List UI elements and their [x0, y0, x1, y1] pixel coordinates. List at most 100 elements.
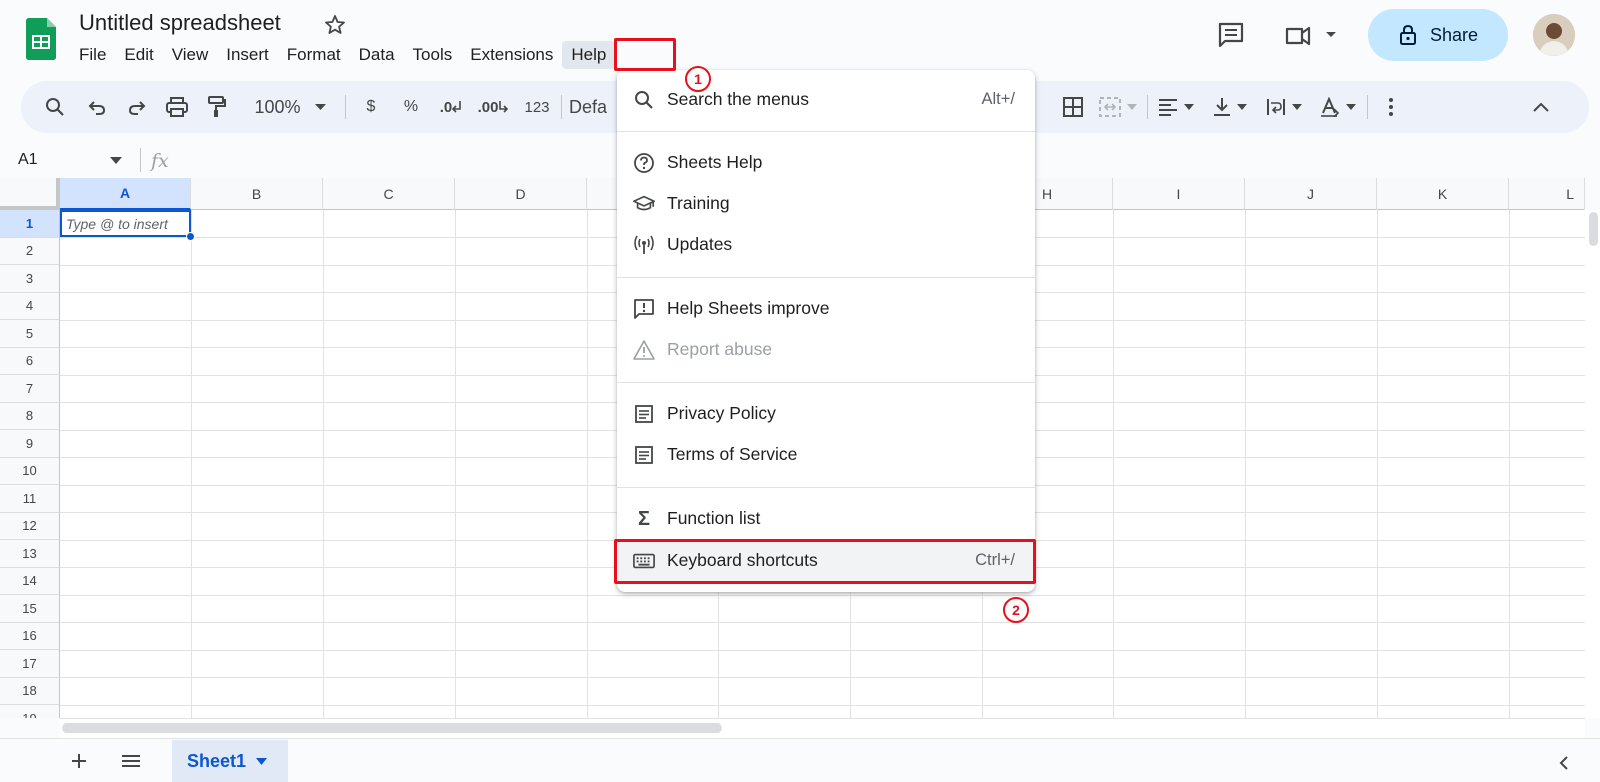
- arrow-left-icon: [452, 101, 462, 113]
- account-avatar[interactable]: [1533, 14, 1575, 56]
- row-header-6[interactable]: 6: [0, 347, 60, 375]
- menu-extensions[interactable]: Extensions: [461, 41, 562, 69]
- menu-file[interactable]: File: [70, 41, 115, 69]
- sheets-logo-icon[interactable]: [26, 18, 56, 60]
- vertical-scroll-thumb[interactable]: [1589, 212, 1598, 246]
- row-header-10[interactable]: 10: [0, 457, 60, 485]
- merge-cells-button[interactable]: [1093, 81, 1143, 133]
- decrease-decimal-button[interactable]: .0: [431, 81, 471, 133]
- annotation-step-badge: 1: [685, 66, 711, 92]
- row-header-9[interactable]: 9: [0, 430, 60, 458]
- undo-icon[interactable]: [77, 81, 117, 133]
- grid-line: [1509, 210, 1510, 718]
- grid-line: [1113, 210, 1114, 718]
- row-header-15[interactable]: 15: [0, 595, 60, 623]
- cell-placeholder-hint: Type @ to insert: [66, 216, 168, 232]
- column-header-l[interactable]: L: [1509, 178, 1585, 210]
- row-header-3[interactable]: 3: [0, 265, 60, 293]
- help-menu-dropdown: Search the menus Alt+/ Sheets Help Train…: [617, 70, 1035, 592]
- horizontal-scroll-thumb[interactable]: [62, 723, 722, 733]
- select-all-corner[interactable]: [0, 178, 60, 210]
- row-header-18[interactable]: 18: [0, 677, 60, 705]
- row-header-7[interactable]: 7: [0, 375, 60, 403]
- warning-icon: [633, 339, 655, 361]
- row-header-4[interactable]: 4: [0, 292, 60, 320]
- grid-line: [60, 705, 1585, 706]
- column-header-d[interactable]: D: [455, 178, 587, 210]
- text-rotation-button[interactable]: [1315, 81, 1361, 133]
- menu-item-updates[interactable]: Updates: [617, 224, 1035, 265]
- text-wrapping-button[interactable]: [1261, 81, 1307, 133]
- vertical-scrollbar[interactable]: [1585, 210, 1600, 718]
- comment-history-icon[interactable]: [1216, 20, 1246, 50]
- increase-decimal-button[interactable]: .00: [471, 81, 515, 133]
- menu-insert[interactable]: Insert: [217, 41, 278, 69]
- horizontal-align-button[interactable]: [1153, 81, 1199, 133]
- menu-help[interactable]: Help: [562, 41, 616, 69]
- share-button[interactable]: Share: [1368, 9, 1508, 61]
- column-header-i[interactable]: I: [1113, 178, 1245, 210]
- fill-handle[interactable]: [186, 232, 195, 241]
- column-header-b[interactable]: B: [191, 178, 323, 210]
- menu-item-help-improve[interactable]: Help Sheets improve: [617, 288, 1035, 329]
- menu-item-label: Updates: [667, 234, 733, 254]
- menu-format[interactable]: Format: [278, 41, 350, 69]
- paint-format-icon[interactable]: [197, 81, 237, 133]
- grid-line: [1245, 210, 1246, 718]
- redo-icon[interactable]: [117, 81, 157, 133]
- menu-item-report-abuse[interactable]: Report abuse: [617, 329, 1035, 370]
- document-title[interactable]: Untitled spreadsheet: [79, 10, 281, 36]
- menu-tools[interactable]: Tools: [404, 41, 462, 69]
- menu-item-label: Report abuse: [667, 339, 773, 359]
- all-sheets-button[interactable]: [118, 748, 144, 774]
- star-icon[interactable]: [323, 13, 347, 37]
- menu-divider: [617, 131, 1035, 132]
- active-cell-a1[interactable]: Type @ to insert: [60, 210, 191, 237]
- menu-item-search-menus[interactable]: Search the menus Alt+/: [617, 79, 1035, 120]
- vertical-align-button[interactable]: [1207, 81, 1253, 133]
- row-header-12[interactable]: 12: [0, 512, 60, 540]
- add-sheet-button[interactable]: [66, 748, 92, 774]
- borders-icon[interactable]: [1053, 81, 1093, 133]
- currency-format-button[interactable]: $: [351, 81, 391, 133]
- menu-view[interactable]: View: [163, 41, 218, 69]
- chevron-left-icon[interactable]: [1555, 754, 1573, 772]
- zoom-select[interactable]: 100%: [245, 81, 335, 133]
- row-header-1[interactable]: 1: [0, 210, 60, 238]
- search-menus-icon[interactable]: [35, 81, 75, 133]
- menu-item-privacy-policy[interactable]: Privacy Policy: [617, 393, 1035, 434]
- sheet-tab-sheet1[interactable]: Sheet1: [172, 740, 288, 782]
- menu-item-training[interactable]: Training: [617, 183, 1035, 224]
- menu-item-label: Search the menus: [667, 89, 810, 109]
- grid-line: [587, 210, 588, 718]
- column-header-k[interactable]: K: [1377, 178, 1509, 210]
- menu-divider: [617, 382, 1035, 383]
- menu-data[interactable]: Data: [350, 41, 404, 69]
- menu-edit[interactable]: Edit: [115, 41, 162, 69]
- menu-item-function-list[interactable]: Σ Function list: [617, 498, 1035, 539]
- print-icon[interactable]: [157, 81, 197, 133]
- row-header-5[interactable]: 5: [0, 320, 60, 348]
- percent-format-button[interactable]: %: [391, 81, 431, 133]
- row-header-14[interactable]: 14: [0, 567, 60, 595]
- column-header-c[interactable]: C: [323, 178, 455, 210]
- menu-item-terms-of-service[interactable]: Terms of Service: [617, 434, 1035, 475]
- font-select[interactable]: Defa: [569, 81, 619, 133]
- row-header-11[interactable]: 11: [0, 485, 60, 513]
- menu-item-sheets-help[interactable]: Sheets Help: [617, 142, 1035, 183]
- collapse-toolbar-icon[interactable]: [1521, 81, 1561, 133]
- row-header-2[interactable]: 2: [0, 237, 60, 265]
- row-header-19[interactable]: 19: [0, 705, 60, 718]
- chevron-down-icon[interactable]: [110, 157, 122, 164]
- row-header-8[interactable]: 8: [0, 402, 60, 430]
- row-header-13[interactable]: 13: [0, 540, 60, 568]
- column-header-j[interactable]: J: [1245, 178, 1377, 210]
- annotation-highlight-help-menu: [614, 38, 676, 71]
- meet-button[interactable]: [1283, 20, 1341, 50]
- row-header-17[interactable]: 17: [0, 650, 60, 678]
- column-header-a[interactable]: A: [60, 178, 191, 210]
- more-formats-button[interactable]: 123: [517, 81, 557, 133]
- align-bottom-icon: [1214, 98, 1230, 116]
- more-options-icon[interactable]: [1373, 81, 1409, 133]
- row-header-16[interactable]: 16: [0, 622, 60, 650]
